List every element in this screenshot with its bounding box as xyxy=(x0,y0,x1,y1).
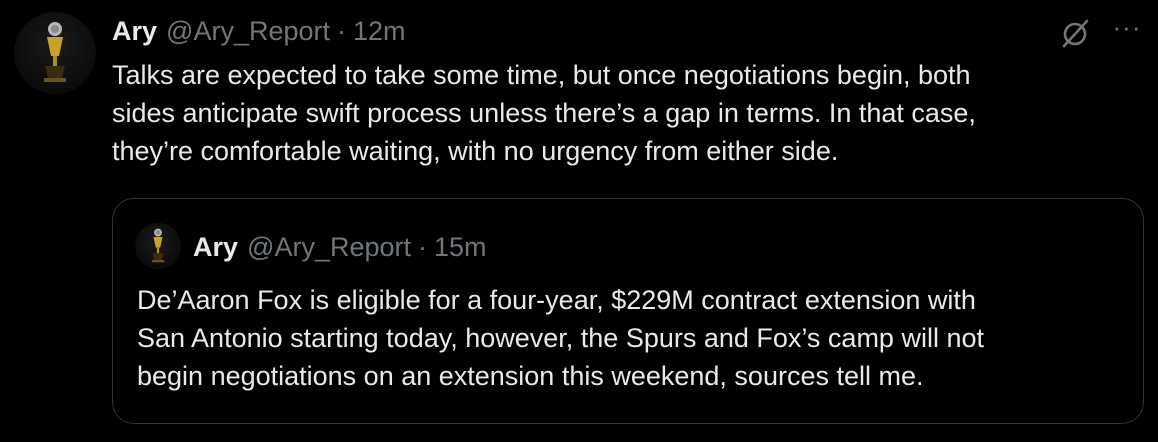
quoted-author-handle[interactable]: @Ary_Report xyxy=(247,232,411,263)
quoted-author-name[interactable]: Ary xyxy=(193,232,238,263)
separator: · xyxy=(337,15,346,46)
quoted-timestamp[interactable]: 15m xyxy=(434,232,487,263)
tweet-text: Talks are expected to take some time, bu… xyxy=(112,60,976,166)
quoted-tweet[interactable]: Ary @Ary_Report · 15m De’Aaron Fox is el… xyxy=(112,198,1144,424)
more-icon: ··· xyxy=(1112,12,1142,42)
tweet-header: Ary @Ary_Report · 12m xyxy=(112,14,406,48)
tweet[interactable]: Ary @Ary_Report · 12m ··· Talks are expe… xyxy=(0,0,1158,442)
grok-button[interactable] xyxy=(1058,16,1092,50)
quoted-tweet-text: De’Aaron Fox is eligible for a four-year… xyxy=(137,285,984,391)
trophy-icon xyxy=(151,228,165,263)
author-name[interactable]: Ary xyxy=(112,16,157,47)
avatar[interactable] xyxy=(14,12,96,94)
quoted-avatar[interactable] xyxy=(135,223,181,269)
quoted-separator: · xyxy=(418,231,427,262)
grok-slash-icon xyxy=(1062,19,1089,48)
trophy-icon xyxy=(44,22,66,82)
author-handle[interactable]: @Ary_Report xyxy=(166,16,330,47)
more-options-button[interactable]: ··· xyxy=(1110,14,1144,50)
timestamp[interactable]: 12m xyxy=(353,16,406,47)
quoted-tweet-header: Ary @Ary_Report · 15m xyxy=(193,230,487,264)
